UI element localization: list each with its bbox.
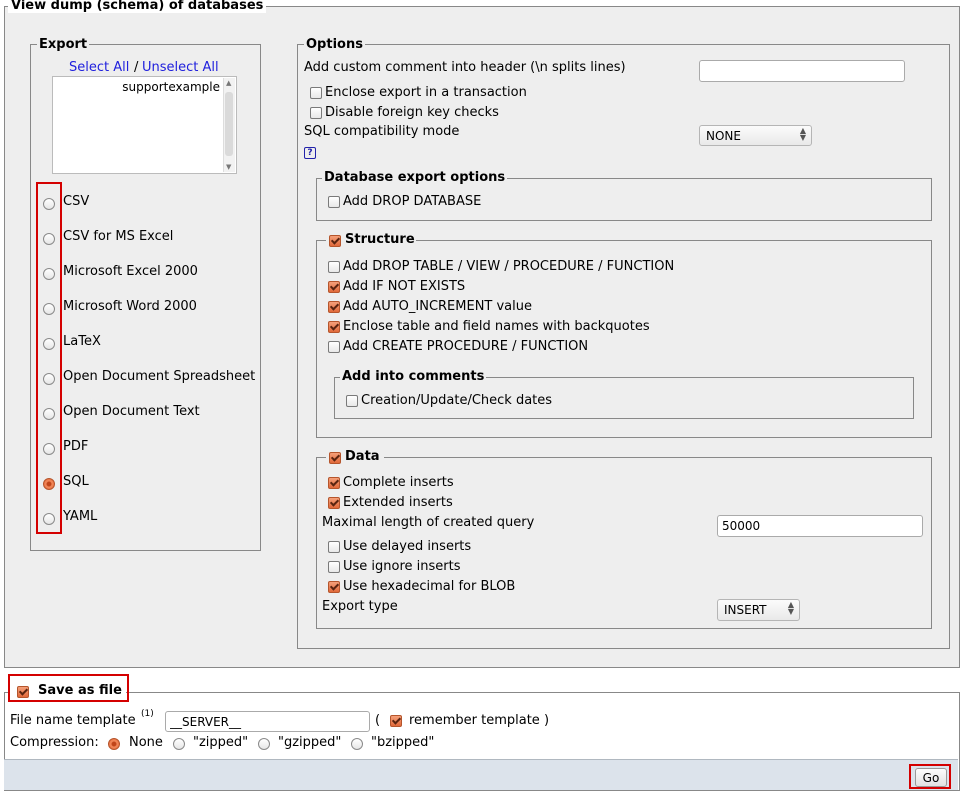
format-label-word-2000: Microsoft Word 2000 — [63, 299, 197, 314]
main-legend: View dump (schema) of databases — [8, 0, 267, 13]
scroll-up-icon[interactable]: ▲ — [226, 79, 231, 87]
filename-footnote: (1) — [141, 709, 154, 719]
hex-blob-checkbox[interactable] — [328, 581, 340, 593]
complete-inserts-label: Complete inserts — [343, 475, 454, 490]
add-into-comments-legend: Add into comments — [340, 369, 487, 384]
export-legend: Export — [37, 37, 90, 52]
export-type-value: INSERT — [724, 603, 767, 617]
hex-blob-label: Use hexadecimal for BLOB — [343, 579, 516, 594]
add-auto-increment-label: Add AUTO_INCREMENT value — [343, 299, 533, 314]
custom-comment-input[interactable] — [699, 60, 905, 82]
enclose-transaction-label: Enclose export in a transaction — [325, 85, 527, 100]
format-radio-ods[interactable] — [43, 373, 55, 385]
add-drop-database-checkbox[interactable] — [328, 196, 340, 208]
format-radio-excel-2000[interactable] — [43, 268, 55, 280]
creation-dates-label: Creation/Update/Check dates — [361, 393, 553, 408]
format-radio-latex[interactable] — [43, 338, 55, 350]
ignore-inserts-label: Use ignore inserts — [343, 559, 461, 574]
footer-bar — [4, 759, 958, 790]
format-label-csv: CSV — [63, 194, 90, 209]
extended-inserts-label: Extended inserts — [343, 495, 453, 510]
extended-inserts-checkbox[interactable] — [328, 497, 340, 509]
compression-label-gzipped: "gzipped" — [278, 735, 342, 750]
data-legend: Data — [345, 449, 380, 464]
complete-inserts-checkbox[interactable] — [328, 477, 340, 489]
database-option[interactable]: supportexample — [122, 80, 220, 94]
format-label-pdf: PDF — [63, 439, 89, 454]
format-label-latex: LaTeX — [63, 334, 101, 349]
disable-fk-label: Disable foreign key checks — [325, 105, 499, 120]
remember-paren-open: ( — [375, 713, 381, 728]
sql-compat-select[interactable]: NONE ▲ ▼ — [699, 125, 812, 146]
format-label-ods: Open Document Spreadsheet — [63, 369, 256, 384]
compression-radio-bzipped[interactable] — [351, 738, 363, 750]
scroll-thumb[interactable] — [225, 92, 233, 156]
enclose-transaction-checkbox[interactable] — [310, 87, 322, 99]
help-icon[interactable]: ? — [304, 147, 316, 159]
format-radio-csv-excel[interactable] — [43, 233, 55, 245]
compression-label-bzipped: "bzipped" — [371, 735, 435, 750]
filename-input[interactable] — [165, 711, 370, 732]
max-length-label: Maximal length of created query — [322, 515, 535, 530]
add-drop-database-label: Add DROP DATABASE — [343, 194, 482, 209]
compression-label-none: None — [129, 735, 163, 750]
add-create-procedure-label: Add CREATE PROCEDURE / FUNCTION — [343, 339, 589, 354]
options-legend: Options — [304, 37, 365, 52]
format-radio-yaml[interactable] — [43, 513, 55, 525]
custom-comment-label: Add custom comment into header (\n split… — [304, 60, 626, 75]
remember-template-label: remember template — [409, 713, 540, 728]
sql-compat-value: NONE — [706, 129, 741, 143]
structure-checkbox[interactable] — [329, 235, 341, 247]
format-label-odt: Open Document Text — [63, 404, 200, 419]
add-drop-table-checkbox[interactable] — [328, 261, 340, 273]
format-radio-pdf[interactable] — [43, 443, 55, 455]
compression-radio-none[interactable] — [108, 738, 120, 750]
delayed-inserts-checkbox[interactable] — [328, 541, 340, 553]
ignore-inserts-checkbox[interactable] — [328, 561, 340, 573]
select-arrows-icon: ▲ ▼ — [799, 126, 806, 142]
enclose-backquotes-checkbox[interactable] — [328, 321, 340, 333]
compression-radio-gzipped[interactable] — [258, 738, 270, 750]
filename-label: File name template — [10, 713, 136, 728]
db-export-legend: Database export options — [322, 170, 508, 185]
format-label-csv-excel: CSV for MS Excel — [63, 229, 174, 244]
disable-fk-checkbox[interactable] — [310, 107, 322, 119]
structure-legend: Structure — [345, 232, 415, 247]
add-auto-increment-checkbox[interactable] — [328, 301, 340, 313]
delayed-inserts-label: Use delayed inserts — [343, 539, 472, 554]
export-type-select[interactable]: INSERT ▲ ▼ — [717, 599, 800, 621]
format-label-excel-2000: Microsoft Excel 2000 — [63, 264, 198, 279]
add-if-not-exists-checkbox[interactable] — [328, 281, 340, 293]
format-label-yaml: YAML — [63, 509, 98, 524]
select-all-link[interactable]: Select All — [69, 60, 129, 75]
scroll-down-icon[interactable]: ▼ — [226, 163, 231, 171]
go-button-highlight — [909, 764, 951, 789]
format-radio-odt[interactable] — [43, 408, 55, 420]
enclose-backquotes-label: Enclose table and field names with backq… — [343, 319, 650, 334]
compression-label: Compression: — [10, 735, 99, 750]
remember-paren-close: ) — [544, 713, 550, 728]
add-create-procedure-checkbox[interactable] — [328, 341, 340, 353]
format-radio-csv[interactable] — [43, 198, 55, 210]
compression-label-zipped: "zipped" — [193, 735, 249, 750]
select-arrows-icon: ▲ ▼ — [787, 600, 794, 616]
save-as-file-highlight — [8, 674, 129, 702]
export-type-label: Export type — [322, 599, 398, 614]
format-label-sql: SQL — [63, 474, 89, 489]
sql-compat-label: SQL compatibility mode — [304, 124, 460, 139]
compression-radio-zipped[interactable] — [173, 738, 185, 750]
database-listbox[interactable]: supportexample ▲ ▼ — [52, 76, 237, 174]
add-drop-table-label: Add DROP TABLE / VIEW / PROCEDURE / FUNC… — [343, 259, 675, 274]
listbox-scrollbar[interactable]: ▲ ▼ — [223, 78, 235, 172]
add-if-not-exists-label: Add IF NOT EXISTS — [343, 279, 466, 294]
format-radio-sql[interactable] — [43, 478, 55, 490]
unselect-all-link[interactable]: Unselect All — [142, 60, 219, 75]
select-separator: / — [134, 60, 139, 75]
creation-dates-checkbox[interactable] — [346, 395, 358, 407]
remember-template-checkbox[interactable] — [390, 715, 402, 727]
data-checkbox[interactable] — [329, 452, 341, 464]
max-length-input[interactable] — [717, 515, 923, 537]
format-radio-word-2000[interactable] — [43, 303, 55, 315]
